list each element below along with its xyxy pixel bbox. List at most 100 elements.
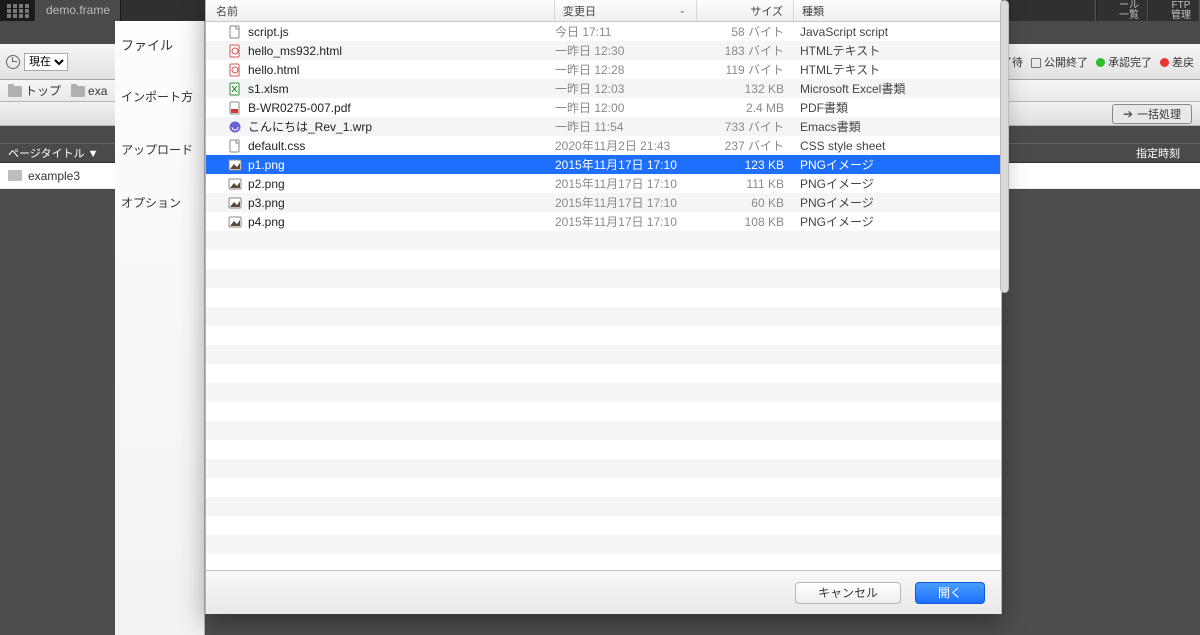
cancel-button[interactable]: キャンセル bbox=[795, 582, 901, 604]
file-row[interactable]: hello.html一昨日 12:28119 バイトHTMLテキスト bbox=[206, 60, 1001, 79]
dialog-column-header: 名前 変更日⌄ サイズ 種類 bbox=[206, 0, 1001, 22]
file-size: 237 バイト bbox=[697, 137, 794, 154]
file-type-icon bbox=[228, 101, 242, 115]
file-name: p4.png bbox=[248, 215, 285, 229]
file-size: 108 KB bbox=[697, 215, 794, 229]
file-kind: HTMLテキスト bbox=[794, 42, 1001, 59]
folder-icon bbox=[71, 86, 85, 97]
file-size: 60 KB bbox=[697, 196, 794, 210]
header-date[interactable]: 変更日⌄ bbox=[555, 0, 697, 21]
file-name: script.js bbox=[248, 25, 289, 39]
file-size: 2.4 MB bbox=[697, 101, 794, 115]
file-kind: PNGイメージ bbox=[794, 175, 1001, 192]
file-date: 一昨日 11:54 bbox=[555, 118, 697, 135]
file-name: default.css bbox=[248, 139, 305, 153]
file-name: p2.png bbox=[248, 177, 285, 191]
file-type-icon bbox=[228, 25, 242, 39]
file-type-icon bbox=[228, 139, 242, 153]
file-type-icon bbox=[228, 44, 242, 58]
file-type-icon bbox=[228, 215, 242, 229]
batch-button[interactable]: ➔一括処理 bbox=[1112, 104, 1192, 124]
file-size: 58 バイト bbox=[697, 23, 794, 40]
panel-title: ファイル bbox=[115, 29, 204, 60]
file-name: hello_ms932.html bbox=[248, 44, 342, 58]
app-tab[interactable]: demo.frame bbox=[35, 0, 121, 21]
scrollbar[interactable] bbox=[1000, 0, 1009, 293]
file-kind: Microsoft Excel書類 bbox=[794, 80, 1001, 97]
file-date: 2015年11月17日 17:10 bbox=[555, 194, 697, 211]
arrow-right-icon: ➔ bbox=[1123, 107, 1133, 121]
folder-icon bbox=[8, 170, 22, 181]
status-publicend[interactable]: 公開終了 bbox=[1031, 54, 1088, 70]
file-name: p1.png bbox=[248, 158, 285, 172]
file-row[interactable]: hello_ms932.html 一昨日 12:30183 バイトHTMLテキスト bbox=[206, 41, 1001, 60]
open-button[interactable]: 開く bbox=[915, 582, 985, 604]
file-kind: PDF書類 bbox=[794, 99, 1001, 116]
top-nav-ftp[interactable]: FTP 管理 bbox=[1148, 0, 1200, 21]
folder-icon bbox=[8, 86, 22, 97]
file-size: 733 バイト bbox=[697, 118, 794, 135]
file-date: 2015年11月17日 17:10 bbox=[555, 156, 697, 173]
file-size: 123 KB bbox=[697, 158, 794, 172]
file-type-icon bbox=[228, 82, 242, 96]
file-kind: CSS style sheet bbox=[794, 139, 1001, 153]
file-row[interactable]: p4.png 2015年11月17日 17:10108 KBPNGイメージ bbox=[206, 212, 1001, 231]
file-size: 111 KB bbox=[697, 177, 794, 191]
file-date: 一昨日 12:30 bbox=[555, 42, 697, 59]
top-nav-tool[interactable]: ール 一覧 bbox=[1096, 0, 1148, 21]
file-date: 2015年11月17日 17:10 bbox=[555, 175, 697, 192]
file-row[interactable]: s1.xlsm 一昨日 12:03132 KBMicrosoft Excel書類 bbox=[206, 79, 1001, 98]
left-panel: ファイル インポート方 アップロード オプション bbox=[115, 21, 205, 635]
file-size: 183 バイト bbox=[697, 42, 794, 59]
file-date: 一昨日 12:28 bbox=[555, 61, 697, 78]
crumb-top[interactable]: トップ bbox=[8, 82, 61, 99]
dialog-footer: キャンセル 開く bbox=[206, 570, 1001, 614]
time-select[interactable]: 現在 bbox=[24, 53, 68, 71]
panel-item-upload[interactable]: アップロード bbox=[115, 135, 204, 164]
file-date: 一昨日 12:00 bbox=[555, 99, 697, 116]
status-approved[interactable]: 承認完了 bbox=[1096, 54, 1152, 70]
file-date: 今日 17:11 bbox=[555, 23, 697, 40]
file-kind: PNGイメージ bbox=[794, 194, 1001, 211]
top-right-nav: ール 一覧 FTP 管理 bbox=[1095, 0, 1200, 21]
file-type-icon bbox=[228, 196, 242, 210]
file-list[interactable]: script.js 今日 17:1158 バイトJavaScript script… bbox=[206, 22, 1001, 570]
chevron-down-icon: ⌄ bbox=[678, 5, 686, 16]
crumb-exa[interactable]: exa bbox=[71, 84, 107, 98]
file-type-icon bbox=[228, 177, 242, 191]
file-date: 2020年11月2日 21:43 bbox=[555, 137, 697, 154]
file-type-icon bbox=[228, 63, 242, 77]
file-row[interactable]: p1.png 2015年11月17日 17:10123 KBPNGイメージ bbox=[206, 155, 1001, 174]
file-kind: HTMLテキスト bbox=[794, 61, 1001, 78]
status-rejected[interactable]: 差戻 bbox=[1160, 54, 1194, 70]
app-logo-icon bbox=[0, 0, 35, 21]
file-name: B-WR0275-007.pdf bbox=[248, 101, 351, 115]
list-item-name: example3 bbox=[28, 169, 80, 183]
file-date: 2015年11月17日 17:10 bbox=[555, 213, 697, 230]
file-kind: Emacs書類 bbox=[794, 118, 1001, 135]
col-spec-time[interactable]: 指定時刻 bbox=[1128, 145, 1188, 161]
file-row[interactable]: default.css 2020年11月2日 21:43237 バイトCSS st… bbox=[206, 136, 1001, 155]
header-kind[interactable]: 種類 bbox=[794, 0, 1001, 21]
file-kind: PNGイメージ bbox=[794, 213, 1001, 230]
file-kind: PNGイメージ bbox=[794, 156, 1001, 173]
file-open-dialog: 名前 変更日⌄ サイズ 種類 script.js 今日 17:1158 バイトJa… bbox=[205, 0, 1002, 614]
file-name: s1.xlsm bbox=[248, 82, 289, 96]
file-row[interactable]: p3.png 2015年11月17日 17:1060 KBPNGイメージ bbox=[206, 193, 1001, 212]
panel-item-import[interactable]: インポート方 bbox=[115, 82, 204, 111]
file-name: p3.png bbox=[248, 196, 285, 210]
file-row[interactable]: B-WR0275-007.pdf 一昨日 12:002.4 MBPDF書類 bbox=[206, 98, 1001, 117]
file-date: 一昨日 12:03 bbox=[555, 80, 697, 97]
file-row[interactable]: p2.png 2015年11月17日 17:10111 KBPNGイメージ bbox=[206, 174, 1001, 193]
file-row[interactable]: こんにちは_Rev_1.wrp一昨日 11:54733 バイトEmacs書類 bbox=[206, 117, 1001, 136]
header-name[interactable]: 名前 bbox=[206, 0, 555, 21]
file-type-icon bbox=[228, 158, 242, 172]
panel-item-options[interactable]: オプション bbox=[115, 188, 204, 217]
file-row[interactable]: script.js 今日 17:1158 バイトJavaScript script bbox=[206, 22, 1001, 41]
header-size[interactable]: サイズ bbox=[697, 0, 794, 21]
file-size: 132 KB bbox=[697, 82, 794, 96]
col-page-title[interactable]: ページタイトル ▼ bbox=[0, 145, 107, 161]
file-kind: JavaScript script bbox=[794, 25, 1001, 39]
clock-icon bbox=[6, 55, 20, 69]
file-type-icon bbox=[228, 120, 242, 134]
